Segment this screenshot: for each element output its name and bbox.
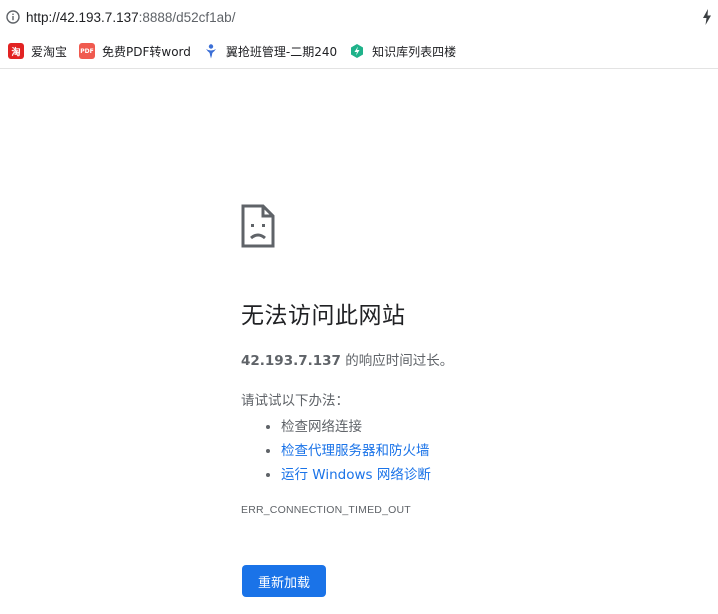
url-path: :8888/d52cf1ab/: [138, 9, 236, 25]
summary-text: 的响应时间过长。: [340, 353, 454, 369]
bolt-icon[interactable]: [702, 9, 712, 25]
taobao-icon: 淘: [8, 43, 24, 59]
error-content: 无法访问此网站 42.193.7.137 的响应时间过长。 请试试以下办法： 检…: [241, 204, 661, 516]
pdf-icon: PDF: [79, 43, 96, 59]
url-host: http://42.193.7.137: [26, 9, 139, 25]
run-network-diagnostics-link[interactable]: 运行 Windows 网络诊断: [281, 467, 431, 483]
address-bar[interactable]: http://42.193.7.137:8888/d52cf1ab/: [0, 0, 718, 34]
suggestion-text: 检查网络连接: [281, 419, 362, 435]
bookmark-class-management[interactable]: 翼抢班管理-二期240: [203, 43, 337, 60]
bookmark-label: 爱淘宝: [31, 44, 68, 59]
bookmark-label: 翼抢班管理-二期240: [225, 44, 338, 59]
error-host: 42.193.7.137: [241, 353, 341, 369]
info-icon[interactable]: [6, 10, 20, 24]
check-proxy-firewall-link[interactable]: 检查代理服务器和防火墙: [281, 443, 430, 459]
knowledge-base-icon: [349, 43, 365, 59]
bookmark-knowledge-base[interactable]: 知识库列表四楼: [349, 43, 456, 60]
bookmark-label: 免费PDF转word: [102, 44, 191, 59]
suggestion-item: 检查代理服务器和防火墙: [281, 439, 661, 463]
bookmark-taobao[interactable]: 淘 爱淘宝: [8, 43, 67, 60]
person-icon: [203, 43, 219, 59]
try-label: 请试试以下办法：: [241, 393, 349, 409]
suggestion-item: 检查网络连接: [281, 415, 661, 439]
sad-page-icon: [241, 204, 275, 248]
bookmark-label: 知识库列表四楼: [372, 44, 457, 59]
error-summary: 42.193.7.137 的响应时间过长。: [241, 349, 661, 369]
bookmarks-bar: 淘 爱淘宝 PDF 免费PDF转word 翼抢班管理-二期240 知识库列表四楼: [0, 34, 718, 69]
suggestion-list: 检查网络连接 检查代理服务器和防火墙 运行 Windows 网络诊断: [241, 415, 661, 487]
suggestion-item: 运行 Windows 网络诊断: [281, 463, 661, 487]
reload-button[interactable]: 重新加载: [242, 565, 326, 597]
url-text[interactable]: http://42.193.7.137:8888/d52cf1ab/: [26, 10, 235, 25]
bookmark-pdf-to-word[interactable]: PDF 免费PDF转word: [79, 43, 191, 60]
page-title: 无法访问此网站: [241, 303, 406, 329]
error-code: ERR_CONNECTION_TIMED_OUT: [241, 504, 411, 516]
